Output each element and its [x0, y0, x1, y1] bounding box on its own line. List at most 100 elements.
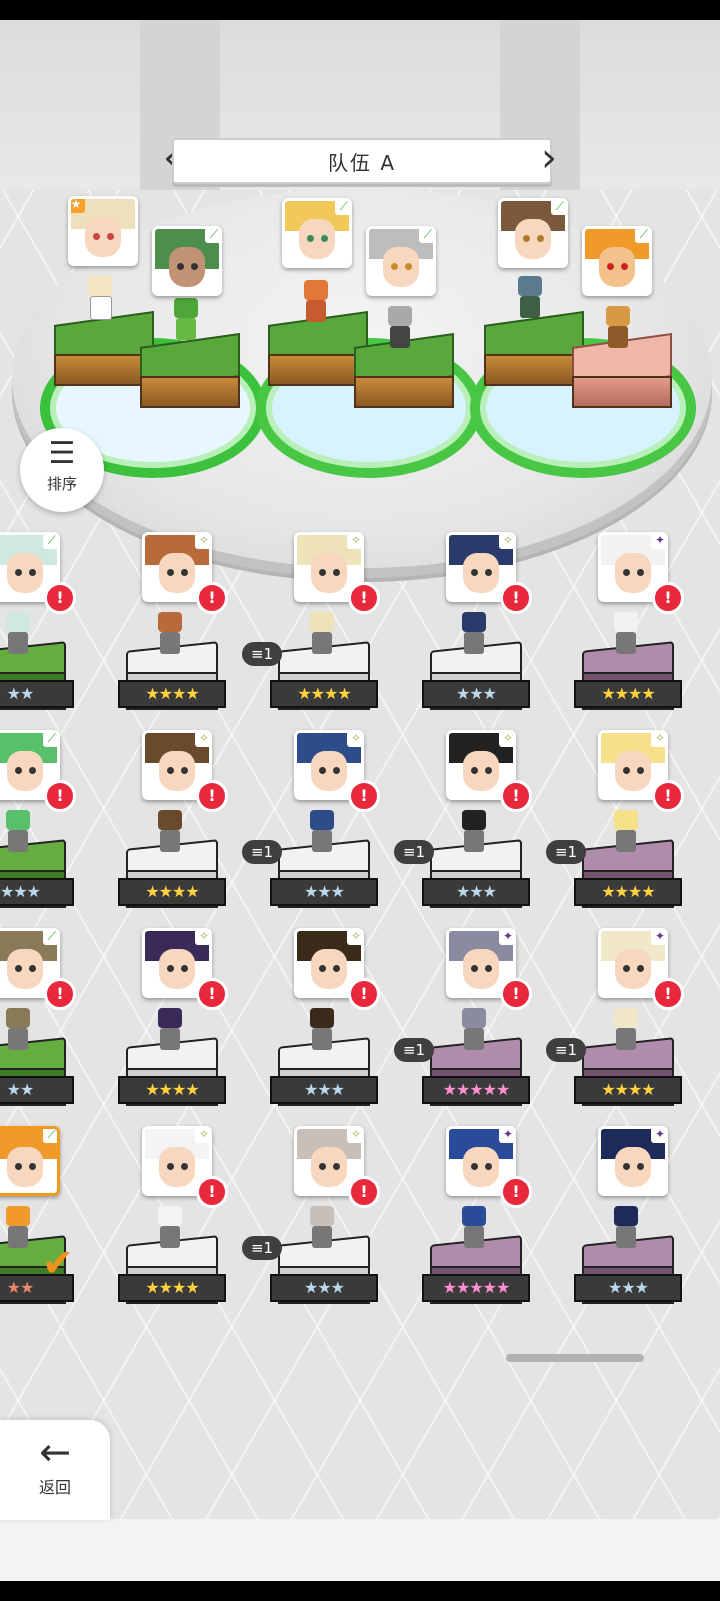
star-rating: ★★★ — [574, 1274, 682, 1302]
nature-element-icon: ⟋ — [205, 229, 219, 243]
new-alert-icon: ! — [196, 1176, 228, 1208]
star-rating: ★★★ — [270, 1274, 378, 1302]
character-sprite[interactable] — [0, 1008, 38, 1054]
next-team-button[interactable]: › — [538, 136, 560, 180]
character-sprite[interactable] — [302, 612, 342, 658]
new-alert-icon: ! — [348, 978, 380, 1010]
light-element-icon: ✧ — [347, 733, 361, 747]
character-portrait[interactable]: ⟋ — [0, 1126, 60, 1196]
star-rating: ★★★ — [0, 878, 74, 906]
character-portrait[interactable]: ✦ — [598, 1126, 668, 1196]
star-rating: ★★ — [0, 1076, 74, 1104]
duplicate-count-badge: ≡1 — [394, 1038, 434, 1062]
duplicate-count-badge: ≡1 — [242, 840, 282, 864]
team-portrait[interactable]: ⟋ — [282, 198, 352, 268]
nature-element-icon: ⟋ — [635, 229, 649, 243]
star-rating: ★★★★ — [270, 680, 378, 708]
light-element-icon: ✧ — [651, 733, 665, 747]
team-portrait[interactable]: ★ — [68, 196, 138, 266]
team-block — [484, 310, 584, 386]
star-rating: ★★★ — [270, 878, 378, 906]
star-rating: ★★★ — [422, 878, 530, 906]
arrow-left-icon: ← — [39, 1430, 71, 1474]
light-element-icon: ✧ — [195, 931, 209, 945]
team-portrait[interactable]: ⟋ — [582, 226, 652, 296]
star-rating: ★★★★ — [574, 1076, 682, 1104]
nature-element-icon: ⟋ — [419, 229, 433, 243]
nature-element-icon: ⟋ — [43, 931, 57, 945]
star-element-icon: ★ — [71, 199, 85, 213]
star-rating: ★★★★ — [574, 680, 682, 708]
character-sprite[interactable] — [454, 1206, 494, 1252]
star-rating: ★★★ — [422, 680, 530, 708]
nature-element-icon: ⟋ — [43, 1129, 57, 1143]
new-alert-icon: ! — [348, 1176, 380, 1208]
star-rating: ★★★ — [270, 1076, 378, 1104]
new-alert-icon: ! — [652, 978, 684, 1010]
character-sprite[interactable] — [0, 1206, 38, 1252]
character-sprite[interactable] — [0, 612, 38, 658]
duplicate-count-badge: ≡1 — [242, 1236, 282, 1260]
team-member-sprite[interactable] — [296, 280, 336, 326]
light-element-icon: ✧ — [195, 535, 209, 549]
selected-check-icon: ✔ — [42, 1241, 74, 1285]
team-title: 队伍 A — [172, 138, 552, 184]
team-member-sprite[interactable] — [166, 298, 206, 344]
star-rating: ★★★★ — [574, 878, 682, 906]
character-sprite[interactable] — [150, 810, 190, 856]
back-button[interactable]: ← 返回 — [0, 1420, 110, 1520]
character-sprite[interactable] — [150, 1206, 190, 1252]
character-sprite[interactable] — [302, 1008, 342, 1054]
star-rating: ★★★★ — [118, 878, 226, 906]
duplicate-count-badge: ≡1 — [394, 840, 434, 864]
character-sprite[interactable] — [454, 612, 494, 658]
new-alert-icon: ! — [196, 582, 228, 614]
team-portrait[interactable]: ⟋ — [152, 226, 222, 296]
character-sprite[interactable] — [302, 1206, 342, 1252]
character-sprite[interactable] — [606, 1206, 646, 1252]
team-portrait[interactable]: ⟋ — [366, 226, 436, 296]
light-element-icon: ✧ — [499, 535, 513, 549]
light-element-icon: ✧ — [347, 931, 361, 945]
dark-element-icon: ✦ — [499, 1129, 513, 1143]
dark-element-icon: ✦ — [651, 931, 665, 945]
team-block — [54, 310, 154, 386]
star-rating: ★★★★ — [118, 1076, 226, 1104]
character-sprite[interactable] — [150, 612, 190, 658]
star-rating: ★★★★★ — [422, 1076, 530, 1104]
character-sprite[interactable] — [302, 810, 342, 856]
team-member-sprite[interactable] — [510, 276, 550, 322]
dark-element-icon: ✦ — [651, 1129, 665, 1143]
character-sprite[interactable] — [0, 810, 38, 856]
character-sprite[interactable] — [150, 1008, 190, 1054]
sort-icon: ☰ — [48, 436, 76, 471]
sort-button[interactable]: ☰ 排序 — [20, 428, 104, 512]
team-member-sprite[interactable] — [380, 306, 420, 352]
team-member-sprite[interactable] — [80, 276, 120, 322]
team-block — [268, 310, 368, 386]
star-rating: ★★★★ — [118, 680, 226, 708]
new-alert-icon: ! — [652, 582, 684, 614]
new-alert-icon: ! — [500, 582, 532, 614]
status-bar — [0, 0, 720, 20]
character-sprite[interactable] — [606, 1008, 646, 1054]
team-portrait[interactable]: ⟋ — [498, 198, 568, 268]
scrollbar[interactable] — [506, 1354, 644, 1362]
star-rating: ★★★★ — [118, 1274, 226, 1302]
light-element-icon: ✧ — [195, 733, 209, 747]
duplicate-count-badge: ≡1 — [546, 1038, 586, 1062]
navigation-bar — [0, 1581, 720, 1601]
light-element-icon: ✧ — [347, 1129, 361, 1143]
new-alert-icon: ! — [348, 780, 380, 812]
duplicate-count-badge: ≡1 — [546, 840, 586, 864]
star-rating: ★★ — [0, 680, 74, 708]
character-sprite[interactable] — [454, 1008, 494, 1054]
character-sprite[interactable] — [454, 810, 494, 856]
bottom-bar — [0, 1519, 720, 1581]
character-sprite[interactable] — [606, 810, 646, 856]
team-member-sprite[interactable] — [598, 306, 638, 352]
new-alert-icon: ! — [196, 978, 228, 1010]
light-element-icon: ✧ — [499, 733, 513, 747]
new-alert-icon: ! — [652, 780, 684, 812]
character-sprite[interactable] — [606, 612, 646, 658]
